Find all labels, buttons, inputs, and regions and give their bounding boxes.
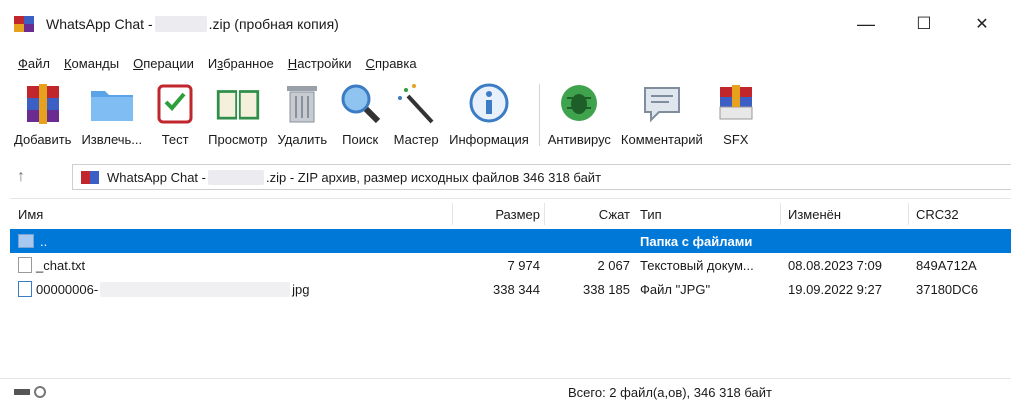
- window-title-suffix: .zip (пробная копия): [208, 16, 339, 32]
- column-type-header[interactable]: Тип: [640, 199, 780, 229]
- row-name: ..: [40, 233, 48, 249]
- add-button[interactable]: Добавить: [14, 80, 71, 147]
- magic-wand-icon: [393, 80, 439, 126]
- row-name: 00000006-: [36, 281, 99, 297]
- menu-operations[interactable]: Операции: [133, 56, 194, 71]
- row-modified: 19.09.2022 9:27: [788, 281, 882, 297]
- window-title: WhatsApp Chat - .zip (пробная копия): [46, 16, 339, 32]
- text-file-icon: [18, 257, 32, 273]
- comment-button[interactable]: Комментарий: [621, 80, 703, 147]
- path-prefix: WhatsApp Chat -: [107, 169, 206, 185]
- archive-add-icon: [20, 80, 66, 126]
- drive-icon: [14, 389, 30, 395]
- minimize-button[interactable]: —: [837, 0, 895, 48]
- winrar-small-icon: [81, 170, 99, 184]
- toolbar-separator: [538, 84, 540, 146]
- row-type: Папка с файлами: [640, 233, 753, 249]
- info-icon: [466, 80, 512, 126]
- wizard-button[interactable]: Мастер: [393, 80, 439, 147]
- row-packed: 2 067: [597, 257, 630, 273]
- redacted-block: [154, 16, 207, 32]
- menu-file[interactable]: Файл: [18, 56, 50, 71]
- find-button[interactable]: Поиск: [337, 80, 383, 147]
- sfx-archive-icon: [713, 80, 759, 126]
- maximize-button[interactable]: ☐: [895, 0, 953, 48]
- column-packed-header[interactable]: Сжат: [546, 199, 630, 229]
- delete-button[interactable]: Удалить: [278, 80, 327, 147]
- key-icon: [34, 386, 46, 398]
- table-row[interactable]: _chat.txt 7 974 2 067 Текстовый докум...…: [10, 253, 1011, 277]
- menu-settings[interactable]: Настройки: [288, 56, 352, 71]
- path-bar: ↑ WhatsApp Chat - .zip - ZIP архив, разм…: [0, 162, 1011, 192]
- column-modified-header[interactable]: Изменён: [788, 199, 908, 229]
- book-icon: [215, 80, 261, 126]
- row-size: 7 974: [507, 257, 540, 273]
- status-icons: [14, 386, 46, 398]
- magnifier-icon: [337, 80, 383, 126]
- row-packed: 338 185: [583, 281, 630, 297]
- table-row[interactable]: .. Папка с файлами: [10, 229, 1011, 253]
- row-type: Текстовый докум...: [640, 257, 754, 273]
- status-bar: Всего: 2 файл(а,ов), 346 318 байт: [0, 378, 1011, 405]
- image-file-icon: [18, 281, 32, 297]
- winrar-icon: [14, 16, 34, 32]
- row-size: 338 344: [493, 281, 540, 297]
- close-button[interactable]: ✕: [953, 0, 1011, 48]
- window-controls: — ☐ ✕: [837, 0, 1011, 48]
- row-modified: 08.08.2023 7:09: [788, 257, 882, 273]
- trash-icon: [279, 80, 325, 126]
- menu-bar: Файл Команды Операции Избранное Настройк…: [0, 52, 431, 74]
- test-button[interactable]: Тест: [152, 80, 198, 147]
- column-divider: [544, 203, 545, 225]
- menu-commands[interactable]: Команды: [64, 56, 119, 71]
- column-divider: [452, 203, 453, 225]
- toolbar: Добавить Извлечь... Тест Просмотр Удалит…: [0, 80, 1011, 158]
- sfx-button[interactable]: SFX: [713, 80, 759, 147]
- file-list: Имя Размер Сжат Тип Изменён CRC32 .. Пап…: [10, 198, 1011, 374]
- menu-help[interactable]: Справка: [366, 56, 417, 71]
- title-bar: WhatsApp Chat - .zip (пробная копия) — ☐…: [0, 0, 1011, 48]
- row-crc: 849A712A: [916, 257, 977, 273]
- menu-favorites[interactable]: Избранное: [208, 56, 274, 71]
- row-crc: 37180DC6: [916, 281, 979, 297]
- column-size-header[interactable]: Размер: [454, 199, 540, 229]
- redacted-block: [100, 281, 291, 297]
- row-type: Файл "JPG": [640, 281, 711, 297]
- column-name-header[interactable]: Имя: [18, 199, 438, 229]
- window-title-prefix: WhatsApp Chat -: [46, 16, 153, 32]
- info-button[interactable]: Информация: [449, 80, 529, 147]
- extract-button[interactable]: Извлечь...: [81, 80, 142, 147]
- checklist-icon: [152, 80, 198, 126]
- redacted-block: [208, 169, 264, 185]
- folder-extract-icon: [89, 80, 135, 126]
- folder-icon: [18, 234, 34, 248]
- row-name: _chat.txt: [36, 257, 86, 273]
- row-name-ext: jpg: [292, 281, 310, 297]
- list-header: Имя Размер Сжат Тип Изменён CRC32: [10, 199, 1011, 229]
- column-divider: [780, 203, 781, 225]
- view-button[interactable]: Просмотр: [208, 80, 268, 147]
- status-summary: Всего: 2 файл(а,ов), 346 318 байт: [568, 384, 772, 400]
- bug-icon: [556, 80, 602, 126]
- comment-icon: [639, 80, 685, 126]
- path-suffix: .zip - ZIP архив, размер исходных файлов…: [266, 169, 602, 185]
- column-crc-header[interactable]: CRC32: [916, 199, 1006, 229]
- antivirus-button[interactable]: Антивирус: [548, 80, 611, 147]
- archive-path-field[interactable]: WhatsApp Chat - .zip - ZIP архив, размер…: [72, 164, 1011, 190]
- column-divider: [908, 203, 909, 225]
- up-arrow-icon[interactable]: ↑: [6, 168, 36, 186]
- table-row[interactable]: 00000006- jpg 338 344 338 185 Файл "JPG"…: [10, 277, 1011, 301]
